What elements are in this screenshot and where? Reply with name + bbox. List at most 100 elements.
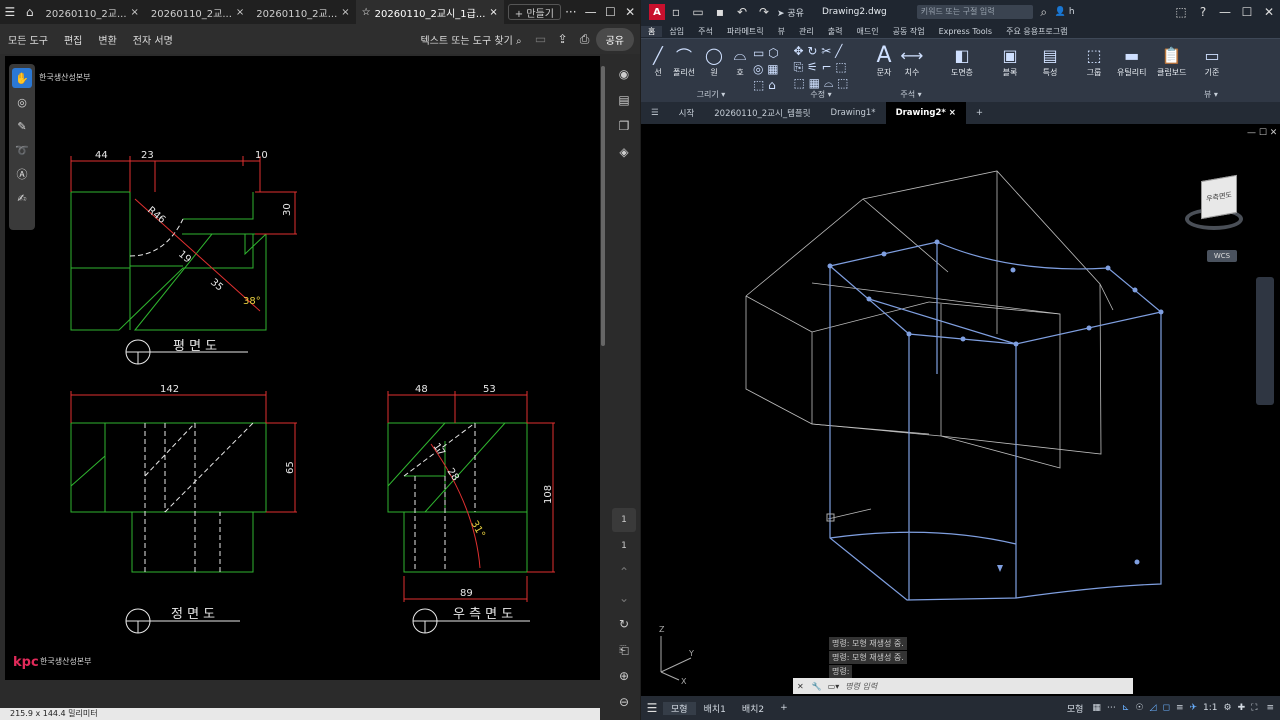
osnap-icon[interactable]: ◻ xyxy=(1159,703,1172,713)
polyline-tool[interactable]: ⌒ 폴리선 xyxy=(671,43,697,78)
tab-3[interactable]: 20260110_2교... × xyxy=(250,0,355,24)
minimize-icon[interactable]: — xyxy=(1214,1,1236,23)
save-icon[interactable]: ▭ xyxy=(530,28,552,50)
tab-insert[interactable]: 삽입 xyxy=(662,26,691,37)
layers-icon[interactable]: ◈ xyxy=(612,140,636,164)
tab-output[interactable]: 출력 xyxy=(821,26,850,37)
ai-icon[interactable]: ◉ xyxy=(612,62,636,86)
viewport-controls[interactable]: — ☐ ✕ xyxy=(1247,128,1277,138)
base-tool[interactable]: ▭ 기준 xyxy=(1199,43,1225,78)
close-window-icon[interactable]: ✕ xyxy=(620,1,640,23)
pages-icon[interactable]: ❐ xyxy=(612,114,636,138)
minimize-icon[interactable]: — xyxy=(581,1,601,23)
circle-tool[interactable]: ◯ 원 xyxy=(701,43,727,78)
add-layout-icon[interactable]: + xyxy=(772,703,796,713)
scale-value[interactable]: 1:1 xyxy=(1200,703,1220,713)
model-tab[interactable]: 모형 xyxy=(663,701,696,715)
vertical-scrollbar[interactable] xyxy=(600,56,606,716)
snap-icon[interactable]: ⋯ xyxy=(1104,703,1119,713)
tab-home[interactable]: 홈 xyxy=(641,25,663,37)
maximize-icon[interactable]: ☐ xyxy=(1236,1,1258,23)
command-line[interactable]: ✕ 🔧 ▭▾ 명령 입력 xyxy=(793,678,1133,694)
layer-tool[interactable]: ◧ 도면층 xyxy=(949,43,975,78)
isodraft-icon[interactable]: ◿ xyxy=(1147,703,1160,713)
file-tab-drawing2[interactable]: Drawing2* × xyxy=(885,102,966,124)
command-input[interactable]: 명령 입력 xyxy=(841,681,877,692)
clipboard-tool[interactable]: 📋 클립보드 xyxy=(1157,43,1186,78)
search-icon[interactable]: ⌕ xyxy=(1033,1,1055,23)
tab-collaborate[interactable]: 공동 작업 xyxy=(886,26,932,37)
user-account[interactable]: 👤 h xyxy=(1055,7,1075,17)
properties-tool[interactable]: ▤ 특성 xyxy=(1037,43,1063,78)
viewcube[interactable]: 우측면도 xyxy=(1179,174,1251,234)
new-file-icon[interactable]: ▫ xyxy=(665,1,687,23)
chevron-down-icon[interactable]: ⌄ xyxy=(612,586,636,610)
zoom-in-icon[interactable]: ⊕ xyxy=(612,664,636,688)
cart-icon[interactable]: ⬚ xyxy=(1170,1,1192,23)
lasso-icon[interactable]: ➰ xyxy=(12,140,32,160)
redo-icon[interactable]: ↷ xyxy=(753,1,775,23)
menu-edit[interactable]: 편집 xyxy=(56,32,90,47)
new-tab-button[interactable]: + 만들기 xyxy=(507,4,561,20)
bookmark-icon[interactable]: ▤ xyxy=(612,88,636,112)
modify-tools[interactable]: ✥ ↻ ✂ ╱ ⎘ ⚟ ⌐ ⬚ ⬚ ▦ ⌓ ⬚ xyxy=(781,43,861,91)
wcs-badge[interactable]: WCS xyxy=(1207,250,1237,262)
tab-express[interactable]: Express Tools xyxy=(932,27,1000,36)
annotation-icon[interactable]: ✈ xyxy=(1186,703,1200,713)
customize-icon[interactable]: ≡ xyxy=(1260,703,1280,713)
star-icon[interactable]: ☆ xyxy=(362,7,371,18)
panel-draw[interactable]: 그리기 ▾ xyxy=(681,89,741,100)
tab-featured-apps[interactable]: 주요 응용프로그램 xyxy=(999,26,1074,37)
share-link[interactable]: ➤ 공유 xyxy=(777,6,804,19)
close-icon[interactable]: × xyxy=(489,7,497,18)
tab-2[interactable]: 20260110_2교... × xyxy=(145,0,250,24)
lineweight-icon[interactable]: ≡ xyxy=(1173,703,1187,713)
zoom-out-icon[interactable]: ⊖ xyxy=(612,690,636,714)
share-button[interactable]: 공유 xyxy=(595,27,634,51)
file-tab-drawing1[interactable]: Drawing1* xyxy=(821,102,886,124)
sign-icon[interactable]: ✍ xyxy=(12,188,32,208)
fit-page-icon[interactable]: ⎗ xyxy=(612,638,636,662)
viewcube-face[interactable]: 우측면도 xyxy=(1201,174,1237,220)
tab-1[interactable]: 20260110_2교... × xyxy=(40,0,145,24)
utility-tool[interactable]: ▬ 유틸리티 xyxy=(1117,43,1146,78)
plus-icon[interactable]: ✚ xyxy=(1235,703,1249,713)
comment-icon[interactable]: ◎ xyxy=(12,92,32,112)
model-space-button[interactable]: 모형 xyxy=(1061,702,1090,715)
dimension-tool[interactable]: ⟷ 치수 xyxy=(899,43,925,78)
page-number-input[interactable]: 1 xyxy=(612,508,636,532)
scroll-thumb[interactable] xyxy=(601,66,605,346)
menu-icon[interactable]: ☰ xyxy=(641,697,663,719)
tab-parametric[interactable]: 파라메트릭 xyxy=(720,26,771,37)
upload-icon[interactable]: ⇪ xyxy=(552,28,574,50)
layout1-tab[interactable]: 배치1 xyxy=(696,702,734,715)
panel-annotation[interactable]: 주석 ▾ xyxy=(886,89,936,100)
text-tool[interactable]: A 문자 xyxy=(871,43,897,78)
menu-all-tools[interactable]: 모든 도구 xyxy=(0,32,56,47)
home-icon[interactable]: ⌂ xyxy=(20,1,40,23)
block-tool[interactable]: ▣ 블록 xyxy=(997,43,1023,78)
hand-icon[interactable]: ✋ xyxy=(12,68,32,88)
find-tools[interactable]: 텍스트 또는 도구 찾기 ⌕ xyxy=(412,32,529,47)
fullscreen-icon[interactable]: ⛶ xyxy=(1248,703,1260,713)
rotate-icon[interactable]: ↻ xyxy=(612,612,636,636)
close-icon[interactable]: × xyxy=(341,7,349,18)
close-icon[interactable]: × xyxy=(949,108,956,118)
chevron-up-icon[interactable]: ⌃ xyxy=(612,560,636,584)
undo-icon[interactable]: ↶ xyxy=(731,1,753,23)
line-tool[interactable]: ╱ 선 xyxy=(645,43,671,78)
panel-modify[interactable]: 수정 ▾ xyxy=(796,89,846,100)
tab-4[interactable]: ☆ 20260110_2교시_1급... × xyxy=(355,0,504,24)
tab-addins[interactable]: 애드인 xyxy=(850,26,886,37)
wrench-icon[interactable]: 🔧 xyxy=(808,682,826,691)
menu-esign[interactable]: 전자 서명 xyxy=(125,32,181,47)
more-icon[interactable]: ··· xyxy=(561,1,581,23)
keyword-search-input[interactable]: 키워드 또는 구절 입력 xyxy=(916,5,1033,19)
close-window-icon[interactable]: ✕ xyxy=(1258,1,1280,23)
menu-convert[interactable]: 변환 xyxy=(90,32,124,47)
panel-view[interactable]: 뷰 ▾ xyxy=(1191,89,1231,100)
tab-view[interactable]: 뷰 xyxy=(771,26,792,37)
close-icon[interactable]: ✕ xyxy=(793,682,808,691)
group-tool[interactable]: ⬚ 그룹 xyxy=(1081,43,1107,78)
arc-tool[interactable]: ⌓ 호 xyxy=(727,43,753,78)
